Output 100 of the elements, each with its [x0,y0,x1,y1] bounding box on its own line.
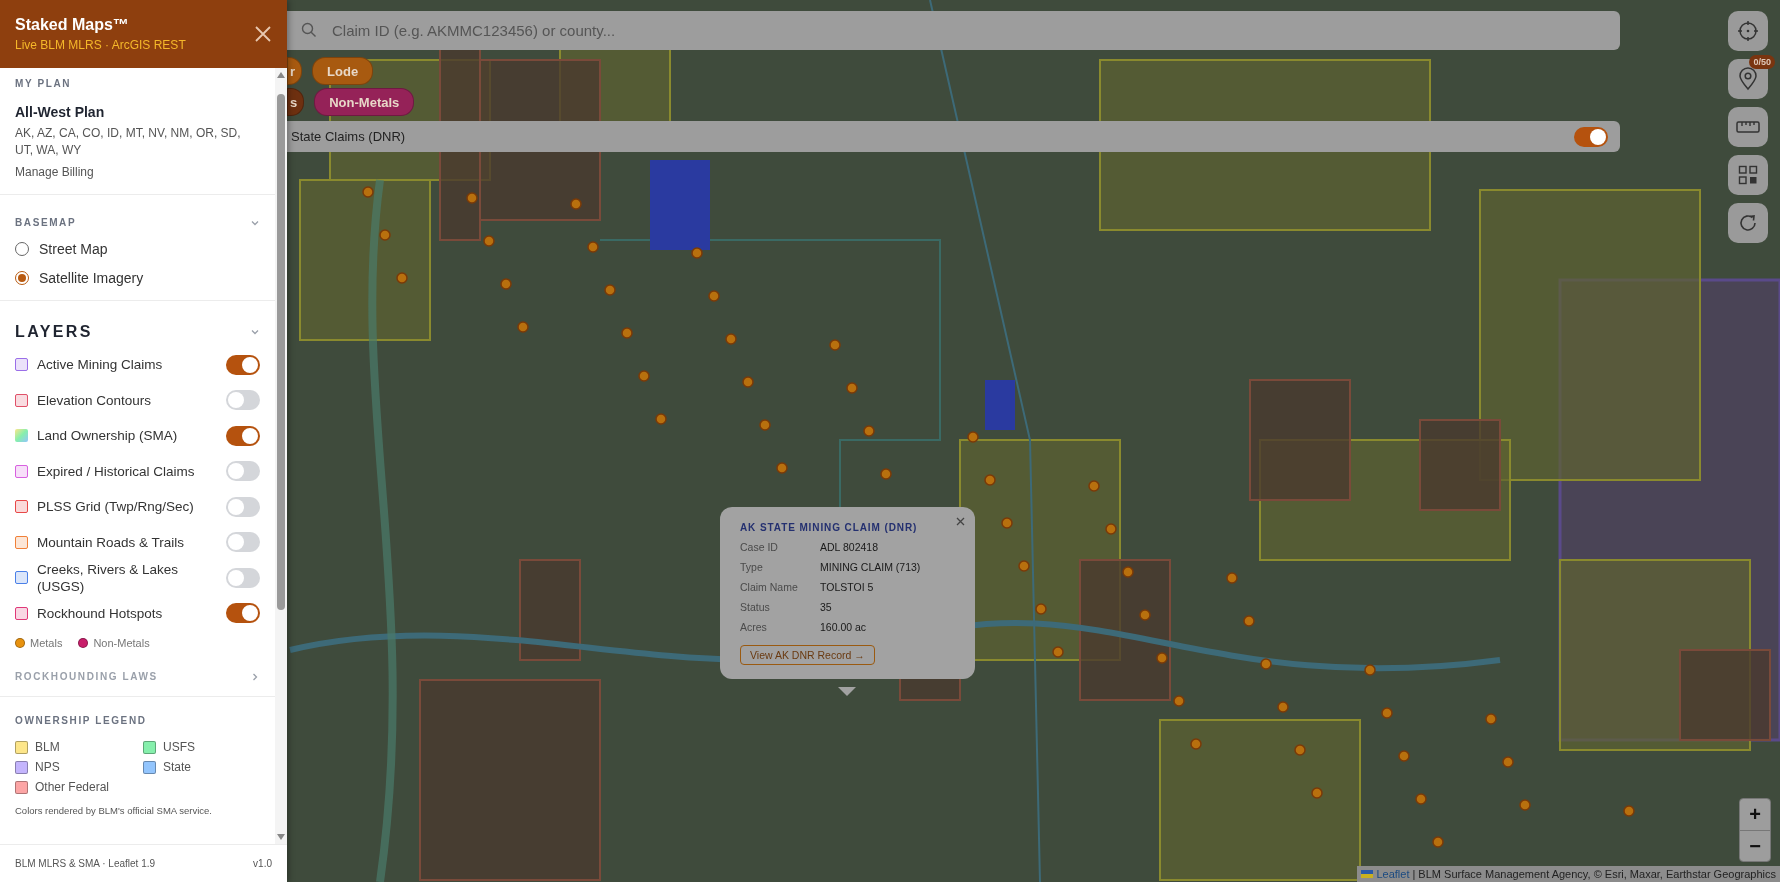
claim-marker[interactable] [379,229,391,241]
section-heading: OWNERSHIP LEGEND [15,715,147,726]
claim-marker[interactable] [1190,738,1202,750]
claim-marker[interactable] [691,247,703,259]
filter-chip[interactable]: Non-Metals [314,88,415,116]
zoom-in-button[interactable]: + [1740,799,1770,830]
claim-marker[interactable] [1485,713,1497,725]
scrollbar[interactable] [275,68,287,844]
field-label: Case ID [740,541,779,553]
legend-label: Non-Metals [93,637,150,649]
toggle-switch[interactable] [226,567,260,588]
claim-marker[interactable] [570,198,582,210]
claim-marker[interactable] [1502,756,1514,768]
claim-marker[interactable] [604,284,616,296]
claim-marker[interactable] [1364,664,1376,676]
basemap-option[interactable]: Street Map [15,241,260,257]
claim-marker[interactable] [1035,603,1047,615]
map-tool-button[interactable] [1728,155,1768,195]
count-badge: 0/50 [1749,55,1775,69]
zoom-out-button[interactable]: − [1740,830,1770,861]
layer-label: State Claims (DNR) [291,129,406,144]
scroll-up-icon[interactable] [277,72,285,78]
claim-marker[interactable] [829,339,841,351]
claim-marker[interactable] [1139,609,1151,621]
attribution-text: | BLM Surface Management Agency, © Esri, Maxar, Earthstar Geographics [1412,868,1776,880]
claim-marker[interactable] [621,327,633,339]
claim-marker[interactable] [984,474,996,486]
claim-marker[interactable] [880,468,892,480]
claim-marker[interactable] [1311,787,1323,799]
claim-marker[interactable] [1018,560,1030,572]
claim-marker[interactable] [483,235,495,247]
chevron-icon[interactable] [250,671,260,682]
toggle-switch[interactable] [226,425,260,446]
claim-marker[interactable] [1001,517,1013,529]
claim-marker[interactable] [362,186,374,198]
claim-marker[interactable] [863,425,875,437]
legend-label: USFS [163,740,195,754]
claim-marker[interactable] [1260,658,1272,670]
claim-marker[interactable] [1088,480,1100,492]
claim-marker[interactable] [776,462,788,474]
version-label: v1.0 [253,858,272,869]
claim-marker[interactable] [1226,572,1238,584]
claim-marker[interactable] [1294,744,1306,756]
claim-marker[interactable] [1105,523,1117,535]
claim-marker[interactable] [725,333,737,345]
claim-marker[interactable] [638,370,650,382]
claim-marker[interactable] [1519,799,1531,811]
claim-marker[interactable] [1623,805,1635,817]
manage-billing-link[interactable]: Manage Billing [15,165,94,179]
record-link-button[interactable]: View AK DNR Record → [740,645,875,665]
claim-marker[interactable] [1122,566,1134,578]
claim-marker[interactable] [655,413,667,425]
toggle-switch[interactable] [226,532,260,553]
claim-marker[interactable] [517,321,529,333]
claim-marker[interactable] [759,419,771,431]
claim-marker[interactable] [466,192,478,204]
toggle-switch[interactable] [226,496,260,517]
claim-marker[interactable] [708,290,720,302]
toggle-switch[interactable] [226,603,260,624]
basemap-option[interactable]: Satellite Imagery [15,270,260,286]
claim-marker[interactable] [1173,695,1185,707]
section-heading: ROCKHOUNDING LAWS [15,671,158,682]
toggle-switch[interactable] [1574,126,1608,147]
toggle-switch[interactable] [226,354,260,375]
map-tool-button[interactable] [1728,107,1768,147]
scroll-down-icon[interactable] [277,834,285,840]
field-value: ADL 802418 [820,541,879,553]
layer-label: Land Ownership (SMA) [37,427,179,445]
map-tool-button[interactable] [1728,11,1768,51]
legend-label: NPS [35,760,60,774]
close-icon[interactable] [956,517,965,526]
claim-marker[interactable] [1052,646,1064,658]
claim-marker[interactable] [1277,701,1289,713]
claim-marker[interactable] [587,241,599,253]
chevron-icon[interactable] [250,327,260,337]
map-tool-button[interactable] [1728,203,1768,243]
claim-marker[interactable] [396,272,408,284]
field-value: 160.00 ac [820,621,868,633]
claim-marker[interactable] [1415,793,1427,805]
legend-label: Other Federal [35,780,110,794]
claim-marker[interactable] [742,376,754,388]
plan-states: AK, AZ, CA, CO, ID, MT, NV, NM, OR, SD, UT, WA, WY [15,125,242,159]
claim-marker[interactable] [1432,836,1444,848]
section-heading: MY PLAN [15,78,72,89]
search-field[interactable]: Claim ID (e.g. AKMMC123456) or county... [287,11,1620,50]
claim-marker[interactable] [846,382,858,394]
search-icon [301,22,317,38]
option-label: Satellite Imagery [39,270,144,286]
map-pin-icon [1738,67,1758,91]
footer-credits: BLM MLRS & SMA · Leaflet 1.9 [15,858,156,869]
claim-marker[interactable] [1398,750,1410,762]
toggle-switch[interactable] [226,390,260,411]
claim-marker[interactable] [1156,652,1168,664]
claim-marker[interactable] [1381,707,1393,719]
filter-chip[interactable]: Lode [312,57,374,85]
toggle-switch[interactable] [226,461,260,482]
claim-marker[interactable] [500,278,512,290]
plan-name: All-West Plan [15,104,106,120]
claim-marker[interactable] [1243,615,1255,627]
claim-marker[interactable] [967,431,979,443]
